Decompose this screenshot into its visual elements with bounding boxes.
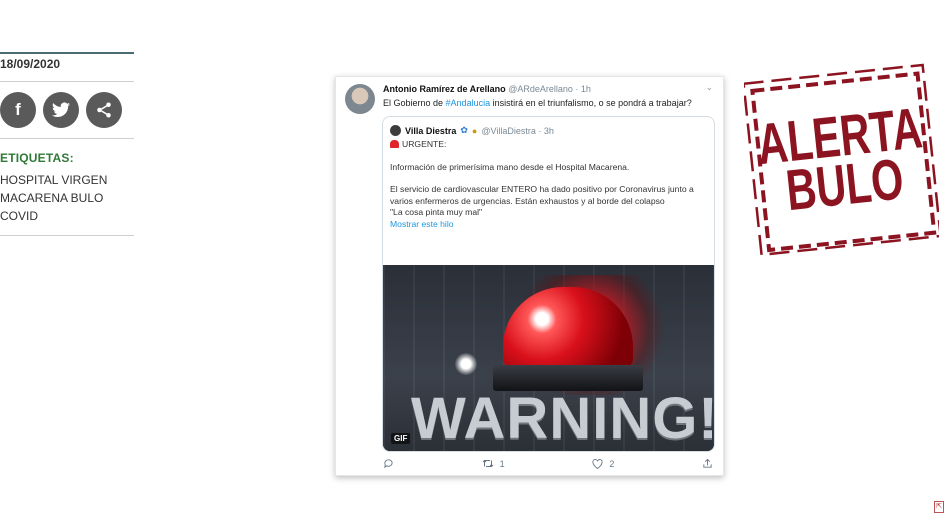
tweet-author[interactable]: Antonio Ramírez de Arellano <box>383 84 506 94</box>
like-count: 2 <box>609 458 615 469</box>
alerta-bulo-stamp: ALERTA BULO <box>742 62 942 257</box>
twitter-share-button[interactable] <box>43 92 79 128</box>
avatar[interactable] <box>345 84 375 114</box>
tags-label: ETIQUETAS: <box>0 151 74 165</box>
tag-item[interactable]: HOSPITAL VIRGEN <box>0 171 134 189</box>
warning-text: WARNING! <box>411 386 714 451</box>
avatar <box>390 125 401 136</box>
article-date: 18/09/2020 <box>0 57 61 71</box>
hashtag-link[interactable]: #Andalucia <box>446 98 491 108</box>
quoted-line: "La cosa pinta muy mal" <box>390 207 483 217</box>
quoted-line: Información de primerísima mano desde el… <box>390 161 630 172</box>
tweet-actions: 1 2 <box>383 458 713 469</box>
gif-media[interactable]: WARNING! GIF <box>383 265 714 451</box>
facebook-icon: f <box>15 100 21 119</box>
retweet-icon <box>482 459 494 468</box>
embedded-tweet: Antonio Ramírez de Arellano @ARdeArellan… <box>335 76 724 476</box>
tweet-header: Antonio Ramírez de Arellano @ARdeArellan… <box>383 84 591 94</box>
bee-icon: ● <box>471 125 478 136</box>
quoted-header: Villa Diestra ✿ ● @VillaDiestra · 3h <box>390 125 554 136</box>
butterfly-icon: ✿ <box>460 125 468 135</box>
upload-icon <box>703 458 712 468</box>
reply-button[interactable] <box>383 458 394 469</box>
facebook-share-button[interactable]: f <box>0 92 36 128</box>
twitter-icon <box>52 102 70 118</box>
show-thread-link[interactable]: Mostrar este hilo <box>390 219 708 231</box>
gif-badge: GIF <box>391 433 411 444</box>
expand-icon[interactable]: ⇱ <box>934 501 944 513</box>
share-tweet-button[interactable] <box>702 458 713 469</box>
stamp-line-2: BULO <box>783 147 906 223</box>
retweet-count: 1 <box>499 458 505 469</box>
share-button[interactable] <box>86 92 122 128</box>
heart-icon <box>592 458 603 469</box>
tags-list: HOSPITAL VIRGEN MACARENA BULO COVID <box>0 171 134 235</box>
share-buttons: f <box>0 82 134 138</box>
tag-item[interactable]: COVID <box>0 207 134 225</box>
siren-icon <box>390 140 399 148</box>
quoted-text: URGENTE: Información de primerísima mano… <box>390 139 708 230</box>
quoted-line: El servicio de cardiovascular ENTERO ha … <box>390 184 694 206</box>
article-sidebar: 18/09/2020 f ETIQUETAS: HOSPITAL VIRGEN … <box>0 52 134 236</box>
quoted-tweet[interactable]: Villa Diestra ✿ ● @VillaDiestra · 3h URG… <box>382 116 715 452</box>
quoted-line: URGENTE: <box>402 139 447 149</box>
reply-icon <box>384 459 393 469</box>
divider <box>0 235 134 236</box>
tweet-text: El Gobierno de #Andalucia insistirá en e… <box>383 98 692 108</box>
chevron-down-icon[interactable]: ⌄ <box>705 82 713 93</box>
like-button[interactable]: 2 <box>592 458 614 469</box>
tag-item[interactable]: MACARENA BULO <box>0 189 134 207</box>
tweet-text-end: insistirá en el triunfalismo, o se pondr… <box>490 98 692 108</box>
tweet-text-start: El Gobierno de <box>383 98 446 108</box>
quoted-author: Villa Diestra <box>405 125 457 136</box>
tweet-handle: @ARdeArellano · 1h <box>508 84 591 94</box>
retweet-button[interactable]: 1 <box>482 458 505 469</box>
share-icon <box>97 102 111 118</box>
quoted-handle: @VillaDiestra · 3h <box>481 125 554 136</box>
